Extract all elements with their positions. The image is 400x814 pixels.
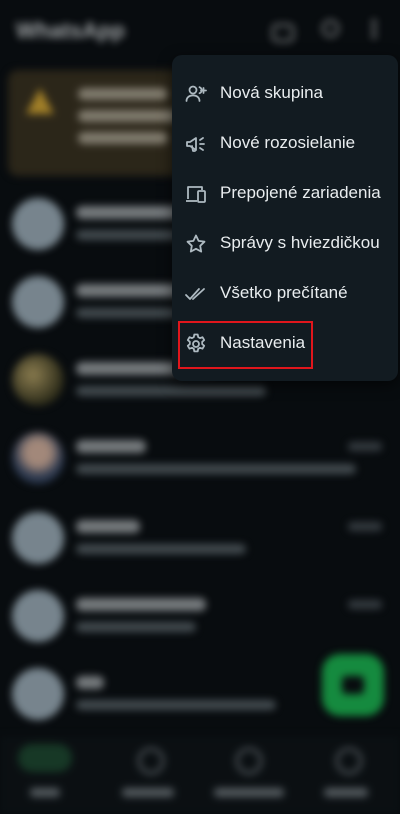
menu-item-label: Nová skupina xyxy=(220,83,324,102)
double-check-icon xyxy=(184,282,208,306)
menu-item-label: Všetko prečítané xyxy=(220,283,348,302)
menu-item-label: Správy s hviezdičkou xyxy=(220,233,380,252)
broadcast-icon xyxy=(184,132,208,156)
menu-item-read-all[interactable]: Všetko prečítané xyxy=(172,268,398,318)
menu-item-new-group[interactable]: Nová skupina xyxy=(172,68,398,118)
star-icon xyxy=(184,232,208,256)
menu-item-label: Nové rozosielanie xyxy=(220,133,356,152)
menu-item-label: Prepojené zariadenia xyxy=(220,183,381,202)
menu-item-starred-messages[interactable]: Správy s hviezdičkou xyxy=(172,218,398,268)
menu-item-linked-devices[interactable]: Prepojené zariadenia xyxy=(172,168,398,218)
menu-item-new-broadcast[interactable]: Nové rozosielanie xyxy=(172,118,398,168)
new-group-icon xyxy=(184,82,208,106)
linked-devices-icon xyxy=(184,182,208,206)
settings-highlight-box xyxy=(178,321,313,369)
